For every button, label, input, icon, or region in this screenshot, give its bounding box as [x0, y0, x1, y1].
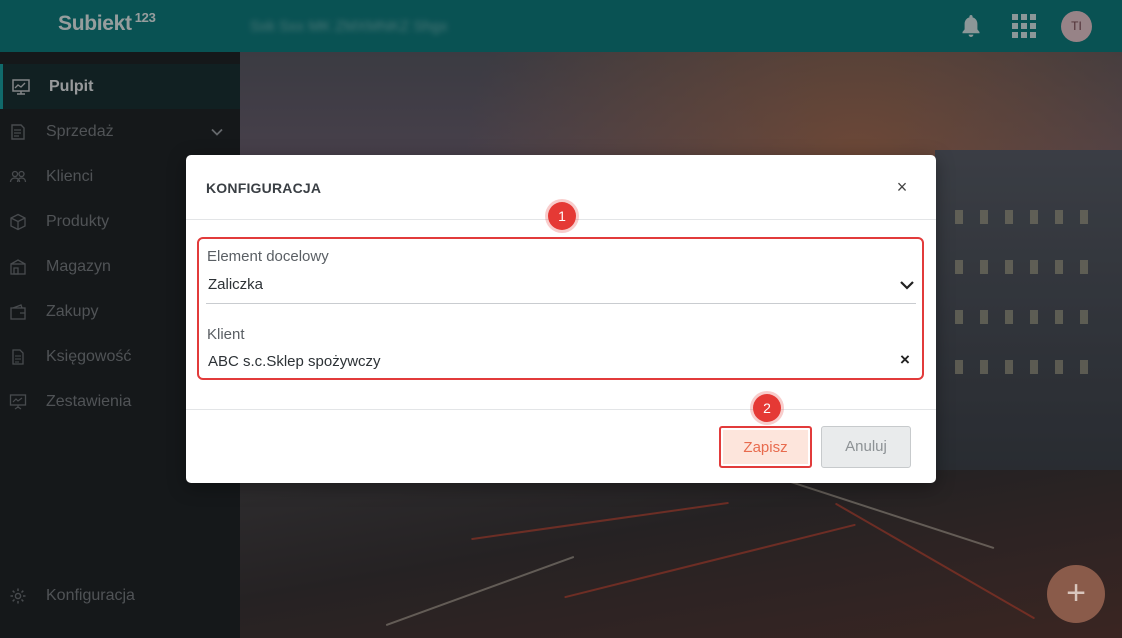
- close-icon[interactable]: ×: [893, 178, 911, 196]
- dialog-title: KONFIGURACJA: [206, 180, 322, 196]
- annotation-badge-2: 2: [753, 394, 781, 422]
- configuration-dialog: KONFIGURACJA × 1 Element docelowy Zalicz…: [186, 155, 936, 483]
- clear-icon[interactable]: ×: [897, 351, 913, 368]
- target-element-select[interactable]: Zaliczka: [208, 276, 263, 293]
- annotation-badge-1: 1: [548, 202, 576, 230]
- field-label-target: Element docelowy: [207, 248, 329, 265]
- chevron-down-icon[interactable]: [899, 277, 915, 293]
- add-fab-button[interactable]: +: [1047, 565, 1105, 623]
- field-label-client: Klient: [207, 326, 245, 343]
- client-input[interactable]: ABC s.c.Sklep spożywczy: [208, 353, 381, 370]
- field-underline: [206, 303, 916, 304]
- save-button[interactable]: Zapisz: [719, 426, 812, 468]
- divider: [186, 409, 936, 410]
- cancel-button[interactable]: Anuluj: [821, 426, 911, 468]
